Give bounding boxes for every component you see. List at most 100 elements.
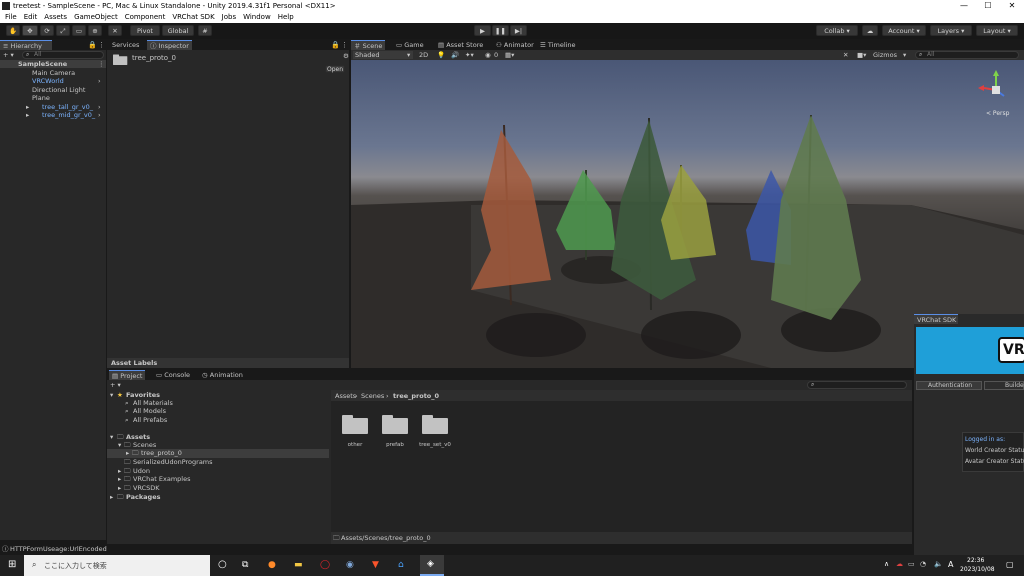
tree-vrchat-examples[interactable]: VRChat Examples: [133, 475, 190, 483]
fav-all-models[interactable]: All Models: [133, 407, 166, 415]
home-app-icon[interactable]: ⌂: [398, 560, 404, 570]
tree-scenes[interactable]: Scenes: [133, 441, 156, 449]
lock-icon[interactable]: 🔒: [331, 41, 340, 49]
project-search-input[interactable]: ⌕: [807, 381, 907, 389]
shading-dropdown[interactable]: Shaded ▾: [353, 51, 413, 59]
packages-root[interactable]: Packages: [126, 493, 160, 501]
hidden-objects-icon[interactable]: ◉: [485, 51, 491, 59]
expand-arrow-icon[interactable]: ▸: [118, 475, 121, 483]
tab-animator[interactable]: ⚇ Animator: [493, 40, 537, 50]
menu-gameobject[interactable]: GameObject: [74, 12, 118, 23]
transform-tool-button[interactable]: ⊕: [88, 25, 102, 36]
tab-timeline[interactable]: ☰ Timeline: [537, 40, 579, 50]
opera-icon[interactable]: ◯: [320, 560, 330, 570]
expand-arrow-icon[interactable]: ▸: [126, 449, 129, 457]
pivot-toggle[interactable]: Pivot: [130, 25, 160, 36]
rect-tool-button[interactable]: ▭: [72, 25, 86, 36]
expand-arrow-icon[interactable]: ▸: [118, 467, 121, 475]
fav-all-materials[interactable]: All Materials: [133, 399, 173, 407]
tray-network-icon[interactable]: ▭: [908, 560, 915, 568]
hierarchy-search-input[interactable]: ⌕ All: [22, 51, 104, 59]
collab-button[interactable]: Collab ▾: [816, 25, 858, 36]
steam-icon[interactable]: ◉: [346, 560, 354, 570]
menu-assets[interactable]: Assets: [44, 12, 67, 23]
audio-toggle-icon[interactable]: 🔊: [451, 51, 459, 59]
asset-labels-bar[interactable]: Asset Labels: [107, 358, 349, 368]
tab-hierarchy[interactable]: ≡ Hierarchy: [0, 40, 52, 50]
settings-gear-icon[interactable]: ⚙: [343, 52, 349, 60]
menu-component[interactable]: Component: [125, 12, 166, 23]
scene-menu-icon[interactable]: ⋮: [98, 60, 105, 68]
expand-arrow-icon[interactable]: ▾: [110, 391, 113, 399]
tab-vrchat-sdk[interactable]: VRChat SDK: [914, 314, 958, 324]
tree-vrcsdk[interactable]: VRCSDK: [133, 484, 160, 492]
tab-inspector[interactable]: ⓘ Inspector: [147, 40, 192, 50]
tab-project[interactable]: ▤ Project: [109, 370, 146, 380]
tab-animation[interactable]: ◷ Animation: [199, 370, 246, 380]
snap-button[interactable]: #: [198, 25, 212, 36]
close-button[interactable]: ✕: [1000, 0, 1024, 12]
fav-all-prefabs[interactable]: All Prefabs: [133, 416, 167, 424]
tree-serialized-udon[interactable]: SerializedUdonPrograms: [133, 458, 213, 466]
kebab-menu-icon[interactable]: ⋮: [341, 41, 348, 49]
chevron-right-icon[interactable]: ›: [98, 103, 101, 111]
scene-row[interactable]: SampleScene ⋮: [0, 60, 106, 68]
menu-window[interactable]: Window: [243, 12, 271, 23]
status-message[interactable]: HTTPFormUseage:UrlEncoded: [10, 545, 107, 553]
expand-arrow-icon[interactable]: ▸: [110, 493, 113, 501]
open-button[interactable]: Open: [325, 65, 345, 73]
camera-icon[interactable]: ■▾: [857, 51, 866, 59]
orientation-gizmo[interactable]: [978, 70, 1005, 97]
hierarchy-item-directional-light[interactable]: Directional Light: [32, 86, 85, 94]
hierarchy-item-vrcworld[interactable]: VRCWorld: [32, 77, 64, 85]
tray-volume-icon[interactable]: ◔: [920, 560, 926, 568]
lighting-toggle-icon[interactable]: 💡: [437, 51, 445, 59]
file-explorer-icon[interactable]: ▬: [294, 560, 303, 570]
firefox-icon[interactable]: ●: [268, 560, 276, 570]
breadcrumb-scenes[interactable]: Scenes: [361, 392, 384, 400]
tree-udon[interactable]: Udon: [133, 467, 150, 475]
hierarchy-item-main-camera[interactable]: Main Camera: [32, 69, 75, 77]
move-tool-button[interactable]: ✥: [22, 25, 38, 36]
tab-asset-store[interactable]: ▤ Asset Store: [435, 40, 486, 50]
tray-app-icon[interactable]: ☁: [896, 560, 903, 568]
scene-search-input[interactable]: ⌕ All: [915, 51, 1019, 59]
hierarchy-item-tree-mid[interactable]: tree_mid_gr_v0_: [42, 111, 95, 119]
menu-jobs[interactable]: Jobs: [222, 12, 236, 23]
account-dropdown[interactable]: Account ▾: [882, 25, 926, 36]
menu-edit[interactable]: Edit: [24, 12, 38, 23]
pause-button[interactable]: ❚❚: [492, 25, 509, 36]
expand-arrow-icon[interactable]: ▾: [110, 433, 113, 441]
scale-tool-button[interactable]: ⤢: [56, 25, 70, 36]
folder-other[interactable]: [342, 414, 368, 434]
custom-tool-button[interactable]: ✕: [108, 25, 122, 36]
cloud-button[interactable]: ☁: [862, 25, 878, 36]
hand-tool-button[interactable]: ✋: [6, 25, 20, 36]
menu-file[interactable]: File: [5, 12, 17, 23]
rotate-tool-button[interactable]: ⟳: [40, 25, 54, 36]
hierarchy-item-plane[interactable]: Plane: [32, 94, 50, 102]
global-toggle[interactable]: Global: [162, 25, 194, 36]
breadcrumb-assets[interactable]: Assets: [335, 392, 356, 400]
menu-vrchat-sdk[interactable]: VRChat SDK: [172, 12, 214, 23]
chevron-right-icon[interactable]: ›: [98, 77, 101, 85]
tab-scene[interactable]: ＃ Scene: [351, 40, 386, 50]
hierarchy-add-button[interactable]: + ▾: [3, 51, 14, 59]
tree-selected-row[interactable]: ▸ 🗀 tree_proto_0: [107, 449, 329, 458]
notification-icon[interactable]: ▢: [1006, 560, 1014, 569]
project-add-button[interactable]: + ▾: [110, 381, 121, 389]
unity-taskbar-button[interactable]: ◈: [420, 555, 444, 576]
tray-speaker-icon[interactable]: 🔈: [934, 560, 943, 568]
grid-icon[interactable]: ▦▾: [505, 51, 514, 59]
step-button[interactable]: ▶|: [510, 25, 527, 36]
windows-start-icon[interactable]: ⊞: [8, 559, 16, 570]
breadcrumb-current[interactable]: tree_proto_0: [393, 392, 439, 400]
assets-root[interactable]: Assets: [126, 433, 150, 441]
expand-arrow-icon[interactable]: ▸: [26, 111, 29, 119]
menu-help[interactable]: Help: [278, 12, 294, 23]
tab-builder[interactable]: Builder: [984, 381, 1024, 390]
ime-indicator[interactable]: A: [948, 560, 953, 569]
gizmos-dropdown[interactable]: Gizmos: [873, 51, 897, 59]
chevron-right-icon[interactable]: ›: [98, 111, 101, 119]
kebab-menu-icon[interactable]: ⋮: [98, 41, 105, 49]
